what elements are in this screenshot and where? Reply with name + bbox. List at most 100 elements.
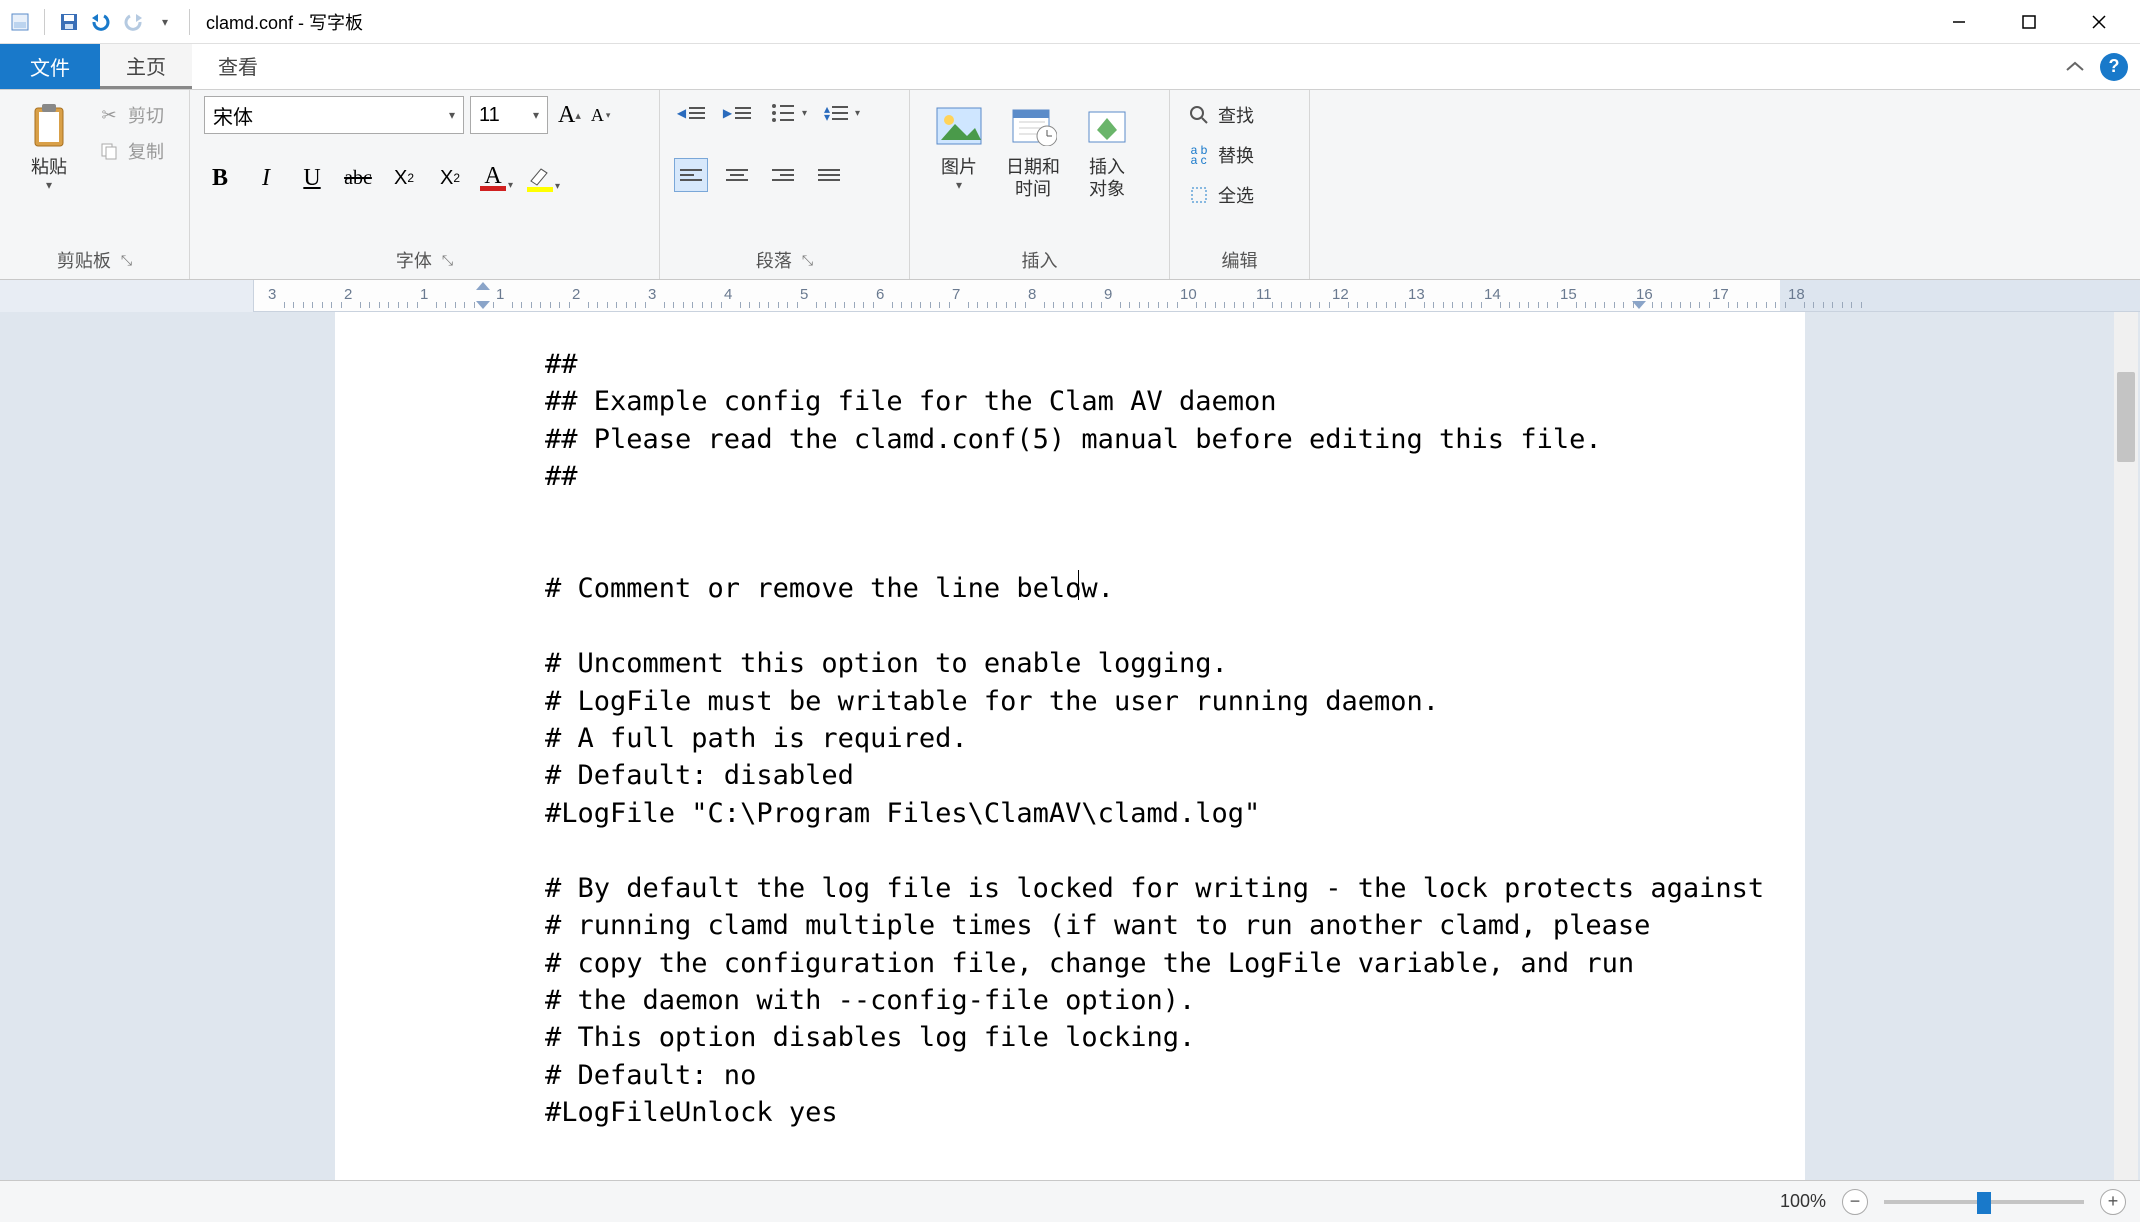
clipboard-group: 粘贴 ▾ ✂ 剪切 复制 剪贴板 ⤡ xyxy=(0,90,190,279)
dialog-launcher-icon[interactable]: ⤡ xyxy=(442,252,453,269)
copy-label: 复制 xyxy=(128,138,164,164)
italic-button[interactable]: I xyxy=(250,162,282,194)
subscript-button[interactable]: X2 xyxy=(388,162,420,194)
zoom-in-button[interactable]: + xyxy=(2100,1189,2126,1215)
insert-group-label: 插入 xyxy=(1022,247,1058,273)
replace-icon: a ba c xyxy=(1188,144,1210,166)
insert-datetime-label: 日期和 时间 xyxy=(1006,156,1060,200)
align-left-button[interactable] xyxy=(674,158,708,192)
ruler-number: 3 xyxy=(648,286,656,303)
font-size-combo[interactable]: 11 ▾ xyxy=(470,96,548,134)
app-icon[interactable] xyxy=(6,8,34,36)
edit-group: 查找 a ba c 替换 全选 编辑 xyxy=(1170,90,1310,279)
paste-button[interactable]: 粘贴 ▾ xyxy=(14,96,84,192)
cut-button[interactable]: ✂ 剪切 xyxy=(94,100,168,130)
zoom-out-button[interactable]: − xyxy=(1842,1189,1868,1215)
chevron-down-icon[interactable]: ▾ xyxy=(555,181,560,192)
file-tab[interactable]: 文件 xyxy=(0,44,100,89)
window-title: clamd.conf - 写字板 xyxy=(206,9,363,35)
copy-button[interactable]: 复制 xyxy=(94,136,168,166)
highlighter-icon xyxy=(527,165,553,187)
ribbon-tabs: 文件 主页 查看 ? xyxy=(0,44,2140,90)
select-all-button[interactable]: 全选 xyxy=(1184,180,1258,210)
ruler-number: 12 xyxy=(1332,286,1349,303)
align-justify-button[interactable] xyxy=(812,158,846,192)
maximize-button[interactable] xyxy=(1994,0,2064,44)
ruler-number: 8 xyxy=(1028,286,1036,303)
chevron-down-icon[interactable]: ▾ xyxy=(508,180,513,191)
insert-object-button[interactable]: 插入 对象 xyxy=(1072,96,1142,200)
redo-button[interactable] xyxy=(119,8,147,36)
clipboard-icon xyxy=(25,102,73,150)
hanging-indent-marker[interactable] xyxy=(476,301,490,309)
highlight-button[interactable] xyxy=(527,165,553,192)
bullet-list-button[interactable] xyxy=(766,96,800,130)
zoom-level: 100% xyxy=(1780,1191,1826,1212)
ruler-number: 6 xyxy=(876,286,884,303)
status-bar: 100% − + xyxy=(0,1180,2140,1222)
chevron-down-icon[interactable]: ▾ xyxy=(802,108,807,119)
paragraph-group: ◀ ▶ ▾ ▴▾ ▾ 段落 ⤡ xyxy=(660,90,910,279)
title-bar: ▾ clamd.conf - 写字板 xyxy=(0,0,2140,44)
chevron-down-icon[interactable]: ▾ xyxy=(855,108,860,119)
ruler-number: 5 xyxy=(800,286,808,303)
shrink-font-button[interactable]: A xyxy=(587,105,608,126)
font-color-bar xyxy=(480,186,506,191)
decrease-indent-button[interactable]: ◀ xyxy=(674,96,708,130)
save-button[interactable] xyxy=(55,8,83,36)
replace-label: 替换 xyxy=(1218,142,1254,168)
zoom-slider-thumb[interactable] xyxy=(1977,1192,1991,1214)
chevron-down-icon: ▾ xyxy=(46,178,52,192)
vertical-scrollbar[interactable] xyxy=(2114,312,2138,1180)
bold-button[interactable]: B xyxy=(204,162,236,194)
scrollbar-thumb[interactable] xyxy=(2117,372,2135,462)
font-name-combo[interactable]: 宋体 ▾ xyxy=(204,96,464,134)
zoom-slider[interactable] xyxy=(1884,1200,2084,1204)
align-center-button[interactable] xyxy=(720,158,754,192)
line-spacing-button[interactable]: ▴▾ xyxy=(819,96,853,130)
close-button[interactable] xyxy=(2064,0,2134,44)
document-page[interactable]: ## ## Example config file for the Clam A… xyxy=(335,312,1805,1180)
clipboard-group-label: 剪贴板 xyxy=(57,247,111,273)
view-tab[interactable]: 查看 xyxy=(192,44,284,89)
align-right-button[interactable] xyxy=(766,158,800,192)
superscript-button[interactable]: X2 xyxy=(434,162,466,194)
undo-button[interactable] xyxy=(87,8,115,36)
home-tab[interactable]: 主页 xyxy=(100,44,192,89)
font-color-button[interactable]: A xyxy=(480,166,506,191)
search-icon xyxy=(1188,104,1210,126)
replace-button[interactable]: a ba c 替换 xyxy=(1184,140,1258,170)
calendar-clock-icon xyxy=(1009,102,1057,150)
first-line-indent-marker[interactable] xyxy=(476,282,490,290)
document-viewport: ## ## Example config file for the Clam A… xyxy=(0,312,2140,1180)
right-indent-marker[interactable] xyxy=(1632,301,1646,309)
insert-picture-label: 图片 xyxy=(941,156,977,178)
ruler-number: 11 xyxy=(1256,286,1272,303)
object-icon xyxy=(1083,102,1131,150)
help-button[interactable]: ? xyxy=(2100,53,2128,81)
paragraph-group-label: 段落 xyxy=(756,247,792,273)
qat-customize-button[interactable]: ▾ xyxy=(151,8,179,36)
increase-indent-button[interactable]: ▶ xyxy=(720,96,754,130)
edit-group-label: 编辑 xyxy=(1222,247,1258,273)
ruler-number: 7 xyxy=(952,286,960,303)
horizontal-ruler[interactable]: 321123456789101112131415161718 xyxy=(254,280,2140,312)
insert-object-label: 插入 对象 xyxy=(1089,156,1125,200)
scissors-icon: ✂ xyxy=(98,104,120,126)
collapse-ribbon-button[interactable] xyxy=(2064,60,2086,74)
copy-icon xyxy=(98,140,120,162)
strikethrough-button[interactable]: abc xyxy=(342,162,374,194)
find-button[interactable]: 查找 xyxy=(1184,100,1258,130)
text-cursor xyxy=(1078,570,1079,600)
ruler-number: 13 xyxy=(1408,286,1425,303)
chevron-down-icon: ▾ xyxy=(956,178,962,192)
dialog-launcher-icon[interactable]: ⤡ xyxy=(121,252,132,269)
underline-button[interactable]: U xyxy=(296,162,328,194)
grow-font-button[interactable]: A xyxy=(554,102,579,129)
dialog-launcher-icon[interactable]: ⤡ xyxy=(802,252,813,269)
ruler-left-pad xyxy=(0,280,254,312)
window-controls xyxy=(1924,0,2134,44)
minimize-button[interactable] xyxy=(1924,0,1994,44)
insert-picture-button[interactable]: 图片 ▾ xyxy=(924,96,994,192)
insert-datetime-button[interactable]: 日期和 时间 xyxy=(998,96,1068,200)
